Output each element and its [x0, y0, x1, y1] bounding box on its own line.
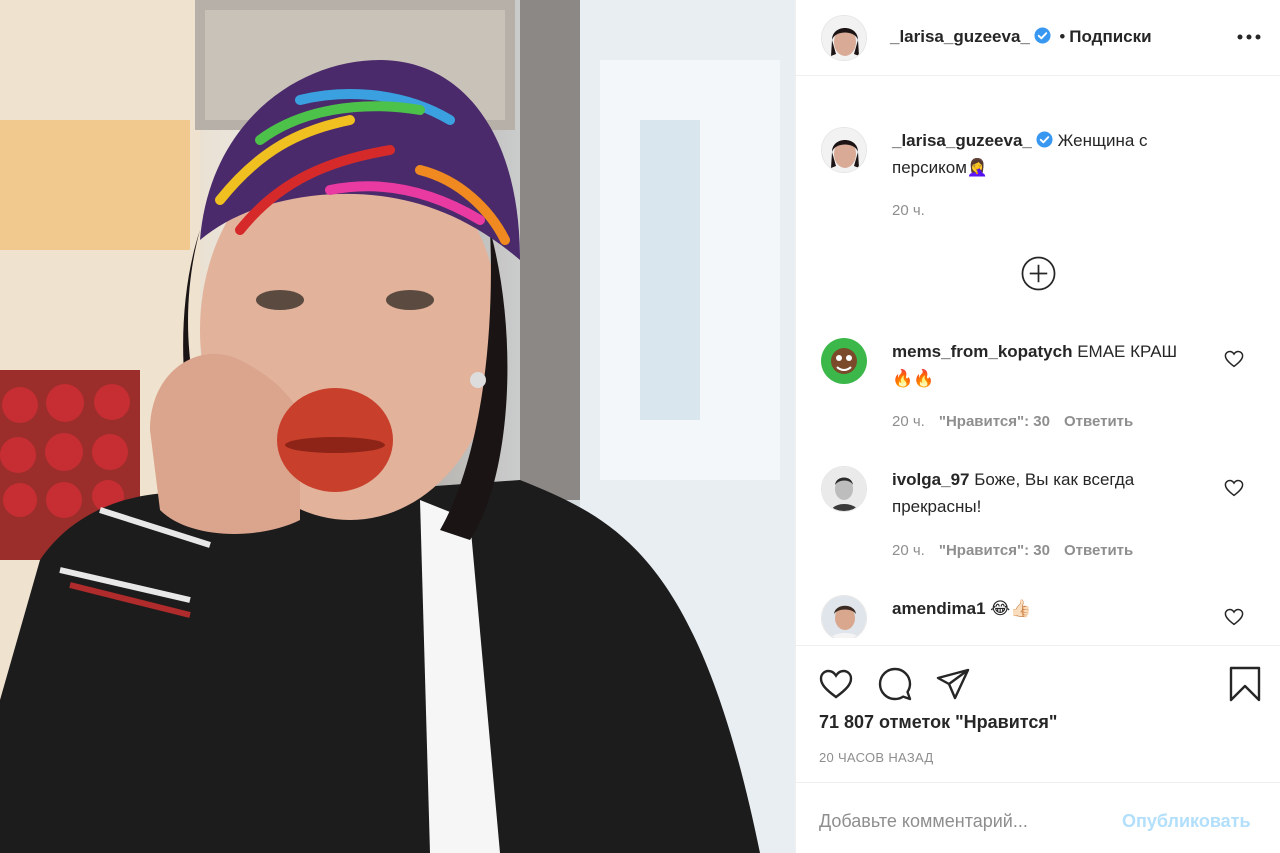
comment-body: ЕМАЕ КРАШ — [1077, 342, 1178, 361]
follow-status-button[interactable]: Подписки — [1069, 27, 1151, 46]
publish-button[interactable]: Опубликовать — [1122, 811, 1251, 832]
post-image — [0, 0, 795, 853]
comment-meta: 20 ч. "Нравится": 30 Ответить — [892, 413, 1147, 430]
plus-circle-icon[interactable] — [1021, 256, 1056, 291]
comment-text: ivolga_97 Боже, Вы как всегда прекрасны! — [892, 466, 1202, 520]
verified-badge-icon — [1034, 27, 1051, 44]
author-username[interactable]: _larisa_guzeeva_ — [890, 27, 1030, 46]
post-photo[interactable] — [0, 0, 795, 853]
comment-meta: 20 ч. "Нравится": 30 Ответить — [892, 542, 1147, 559]
avatar-image — [822, 467, 866, 511]
post-time-ago[interactable]: 20 ЧАСОВ НАЗАД — [819, 750, 934, 765]
comments-list: mems_from_kopatych ЕМАЕ КРАШ 🔥🔥 20 ч. "Нра… — [796, 320, 1280, 638]
caption-avatar[interactable] — [821, 127, 867, 173]
post-sidebar: _larisa_guzeeva_ • Подписки _larisa_guzee… — [795, 0, 1280, 853]
comment-icon[interactable] — [877, 666, 913, 702]
likes-count[interactable]: 71 807 отметок "Нравится" — [819, 712, 1057, 733]
avatar-image — [822, 128, 866, 172]
caption-text: _larisa_guzeeva_ Женщина с персиком🤦‍♀️ — [892, 127, 1222, 182]
heart-icon[interactable] — [1224, 350, 1244, 368]
paper-plane-icon[interactable] — [935, 666, 971, 702]
heart-icon[interactable] — [1224, 608, 1244, 626]
comment-time[interactable]: 20 ч. — [892, 542, 925, 559]
header-title-row: _larisa_guzeeva_ • Подписки — [890, 27, 1152, 47]
comment-avatar[interactable] — [821, 595, 867, 638]
comment-time[interactable]: 20 ч. — [892, 413, 925, 430]
comment-text: amendima1 😂👍🏻 — [892, 595, 1192, 623]
author-avatar[interactable] — [821, 15, 867, 61]
comment-emoji: 😂👍🏻 — [990, 599, 1032, 619]
comment-likes[interactable]: "Нравится": 30 — [939, 413, 1050, 430]
more-dots-icon[interactable] — [1236, 30, 1262, 44]
avatar-image — [822, 16, 866, 60]
avatar-image — [822, 596, 866, 638]
verified-badge-icon — [1036, 131, 1053, 148]
caption-meta: 20 ч. — [892, 202, 939, 219]
caption-emoji: 🤦‍♀️ — [966, 158, 989, 178]
reply-button[interactable]: Ответить — [1064, 542, 1133, 559]
comment-username[interactable]: mems_from_kopatych — [892, 342, 1072, 361]
comment-avatar[interactable] — [821, 466, 867, 512]
comment-avatar[interactable] — [821, 338, 867, 384]
bookmark-icon[interactable] — [1227, 666, 1263, 702]
comment-text: mems_from_kopatych ЕМАЕ КРАШ 🔥🔥 — [892, 338, 1192, 393]
heart-icon[interactable] — [1224, 479, 1244, 497]
post-header: _larisa_guzeeva_ • Подписки — [796, 0, 1280, 76]
comment-input[interactable] — [819, 807, 1119, 835]
comment-likes[interactable]: "Нравится": 30 — [939, 542, 1050, 559]
caption-time[interactable]: 20 ч. — [892, 202, 925, 219]
post-actions: 71 807 отметок "Нравится" 20 ЧАСОВ НАЗАД… — [796, 645, 1280, 853]
caption-username[interactable]: _larisa_guzeeva_ — [892, 131, 1032, 150]
comment-composer: Опубликовать — [796, 782, 1280, 853]
separator-dot: • — [1059, 27, 1066, 46]
comment-username[interactable]: amendima1 — [892, 599, 986, 618]
heart-icon[interactable] — [818, 666, 854, 702]
reply-button[interactable]: Ответить — [1064, 413, 1133, 430]
comment-username[interactable]: ivolga_97 — [892, 470, 970, 489]
avatar-image — [821, 338, 867, 384]
comment-emoji: 🔥🔥 — [892, 369, 935, 389]
